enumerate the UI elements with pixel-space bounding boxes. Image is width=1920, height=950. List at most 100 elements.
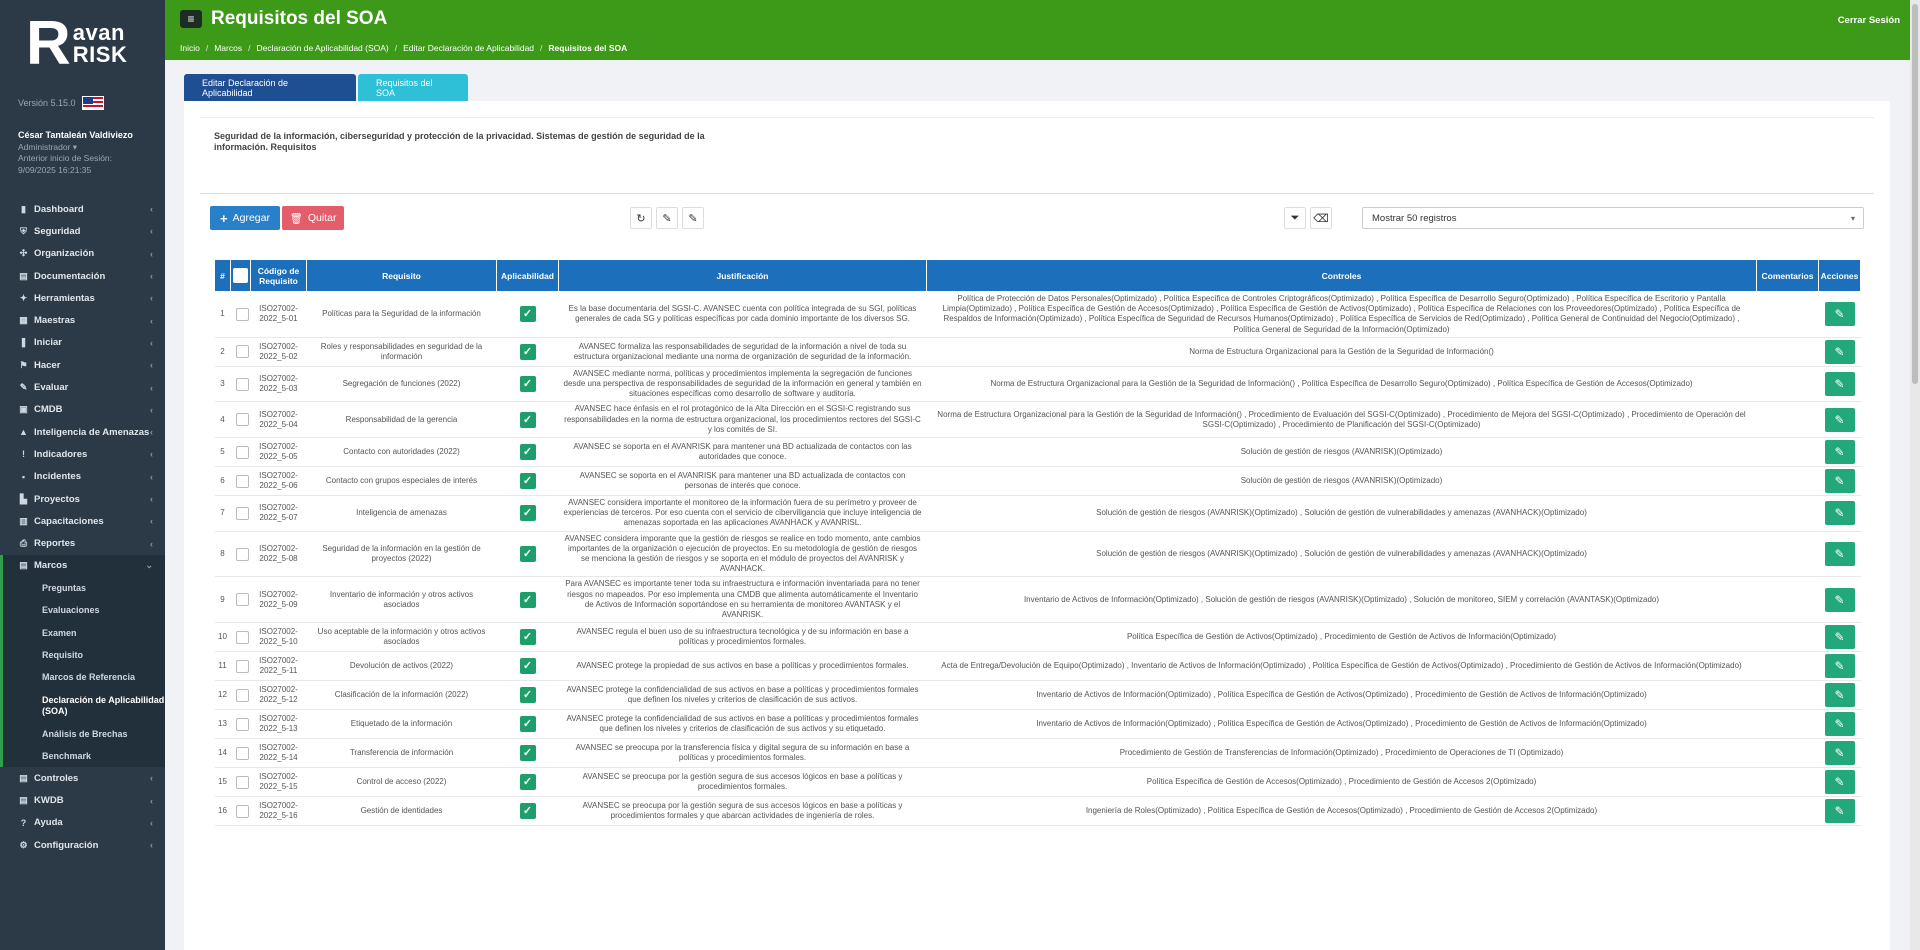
sidebar-item-ayuda[interactable]: ? Ayuda ‹ [0, 812, 165, 834]
col-header-code[interactable]: Código de Requisito [250, 259, 307, 292]
edit-bulk-button-2[interactable]: ✎ [682, 207, 704, 229]
submenu-item-requisito[interactable]: Requisito [3, 644, 165, 666]
submenu-item-marcos-de-referencia[interactable]: Marcos de Referencia [3, 666, 165, 688]
remove-button[interactable]: 🗑 Quitar [282, 206, 344, 230]
applicability-check-icon[interactable]: ✓ [519, 411, 536, 428]
edit-row-button[interactable]: ✎ [1824, 407, 1855, 432]
page-scrollbar[interactable] [1910, 0, 1920, 950]
row-checkbox[interactable] [235, 804, 249, 818]
edit-row-button[interactable]: ✎ [1824, 712, 1855, 737]
row-checkbox[interactable] [235, 746, 249, 760]
col-header-requirement[interactable]: Requisito [306, 259, 497, 292]
submenu-item-analisis-de-brechas[interactable]: Análisis de Brechas [3, 723, 165, 745]
edit-row-button[interactable]: ✎ [1824, 587, 1855, 612]
col-header-number[interactable]: # [214, 259, 231, 292]
submenu-item-examen[interactable]: Examen [3, 622, 165, 644]
applicability-check-icon[interactable]: ✓ [519, 591, 536, 608]
scrollbar-thumb[interactable] [1912, 4, 1918, 384]
sidebar-item-proyectos[interactable]: ▙ Proyectos ‹ [0, 488, 165, 510]
row-checkbox[interactable] [235, 717, 249, 731]
row-checkbox[interactable] [235, 775, 249, 789]
submenu-item-preguntas[interactable]: Preguntas [3, 577, 165, 599]
hamburger-menu-icon[interactable]: ≡ [180, 10, 202, 28]
row-checkbox[interactable] [235, 630, 249, 644]
applicability-check-icon[interactable]: ✓ [519, 774, 536, 791]
logout-link[interactable]: Cerrar Sesión [1838, 15, 1900, 26]
row-checkbox[interactable] [235, 659, 249, 673]
edit-row-button[interactable]: ✎ [1824, 302, 1855, 327]
us-flag-icon[interactable] [81, 96, 104, 110]
sidebar-item-evaluar[interactable]: ✎ Evaluar ‹ [0, 376, 165, 398]
user-role-dropdown[interactable]: Administrador ▾ [18, 142, 147, 154]
applicability-check-icon[interactable]: ✓ [519, 687, 536, 704]
sidebar-item-documentacion[interactable]: ▤ Documentación ‹ [0, 265, 165, 287]
row-checkbox[interactable] [235, 688, 249, 702]
row-checkbox[interactable] [235, 345, 249, 359]
tab-editar-declaracion[interactable]: Editar Declaración de Aplicabilidad [184, 74, 356, 101]
edit-row-button[interactable]: ✎ [1824, 469, 1855, 494]
refresh-button[interactable]: ↻ [630, 207, 652, 229]
row-checkbox[interactable] [235, 506, 249, 520]
edit-row-button[interactable]: ✎ [1824, 542, 1855, 567]
applicability-check-icon[interactable]: ✓ [519, 716, 536, 733]
avanrisk-logo[interactable]: R avan RISK [0, 0, 165, 88]
edit-row-button[interactable]: ✎ [1824, 741, 1855, 766]
edit-row-button[interactable]: ✎ [1824, 625, 1855, 650]
col-header-applicability[interactable]: Aplicabilidad [496, 259, 559, 292]
applicability-check-icon[interactable]: ✓ [519, 803, 536, 820]
edit-row-button[interactable]: ✎ [1824, 501, 1855, 526]
sidebar-item-inteligencia-de-amenazas[interactable]: ▲ Inteligencia de Amenazas ‹ [0, 421, 165, 443]
edit-row-button[interactable]: ✎ [1824, 683, 1855, 708]
sidebar-item-maestras[interactable]: ▦ Maestras ‹ [0, 309, 165, 331]
tab-requisitos-soa[interactable]: Requisitos del SOA [358, 74, 468, 101]
submenu-item-evaluaciones[interactable]: Evaluaciones [3, 599, 165, 621]
edit-row-button[interactable]: ✎ [1824, 440, 1855, 465]
sidebar-item-dashboard[interactable]: ▮ Dashboard ‹ [0, 198, 165, 220]
sidebar-item-indicadores[interactable]: ! Indicadores ‹ [0, 443, 165, 465]
applicability-check-icon[interactable]: ✓ [519, 658, 536, 675]
col-header-select[interactable] [230, 259, 251, 292]
breadcrumb-declaracion-de-aplicabilidad-soa[interactable]: Declaración de Aplicabilidad (SOA) [256, 43, 388, 53]
col-header-justification[interactable]: Justificación [558, 259, 927, 292]
sidebar-item-reportes[interactable]: ⎙ Reportes ‹ [0, 532, 165, 554]
submenu-item-benchmark[interactable]: Benchmark [3, 745, 165, 767]
applicability-check-icon[interactable]: ✓ [519, 343, 536, 360]
edit-row-button[interactable]: ✎ [1824, 654, 1855, 679]
row-checkbox[interactable] [235, 307, 249, 321]
edit-row-button[interactable]: ✎ [1824, 770, 1855, 795]
applicability-check-icon[interactable]: ✓ [519, 745, 536, 762]
applicability-check-icon[interactable]: ✓ [519, 306, 536, 323]
sidebar-item-capacitaciones[interactable]: ▥ Capacitaciones ‹ [0, 510, 165, 532]
filter-button[interactable]: ⏷ [1284, 207, 1306, 229]
edit-row-button[interactable]: ✎ [1824, 372, 1855, 397]
applicability-check-icon[interactable]: ✓ [519, 546, 536, 563]
edit-row-button[interactable]: ✎ [1824, 799, 1855, 824]
sidebar-item-cmdb[interactable]: ▣ CMDB ‹ [0, 399, 165, 421]
breadcrumb-inicio[interactable]: Inicio [180, 43, 200, 53]
applicability-check-icon[interactable]: ✓ [519, 444, 536, 461]
edit-row-button[interactable]: ✎ [1824, 339, 1855, 364]
add-button[interactable]: + Agregar [210, 206, 280, 230]
breadcrumb-marcos[interactable]: Marcos [214, 43, 242, 53]
applicability-check-icon[interactable]: ✓ [519, 376, 536, 393]
sidebar-item-herramientas[interactable]: ✦ Herramientas ‹ [0, 287, 165, 309]
sidebar-item-configuracion[interactable]: ⚙ Configuración ‹ [0, 834, 165, 856]
row-checkbox[interactable] [235, 413, 249, 427]
select-all-checkbox[interactable] [233, 268, 248, 283]
row-checkbox[interactable] [235, 474, 249, 488]
sidebar-item-kwdb[interactable]: ▤ KWDB ‹ [0, 789, 165, 811]
clear-filter-button[interactable]: ⌫ [1310, 207, 1332, 229]
sidebar-item-hacer[interactable]: ⚑ Hacer ‹ [0, 354, 165, 376]
applicability-check-icon[interactable]: ✓ [519, 505, 536, 522]
sidebar-item-incidentes[interactable]: ▪ Incidentes ‹ [0, 466, 165, 488]
sidebar-item-seguridad[interactable]: ⛨ Seguridad ‹ [0, 220, 165, 242]
applicability-check-icon[interactable]: ✓ [519, 473, 536, 490]
row-checkbox[interactable] [235, 445, 249, 459]
sidebar-item-organizacion[interactable]: ✣ Organización ‹ [0, 243, 165, 265]
sidebar-item-iniciar[interactable]: ❚ Iniciar ‹ [0, 332, 165, 354]
applicability-check-icon[interactable]: ✓ [519, 629, 536, 646]
col-header-controls[interactable]: Controles [926, 259, 1757, 292]
row-checkbox[interactable] [235, 593, 249, 607]
col-header-comments[interactable]: Comentarios [1756, 259, 1819, 292]
page-size-select[interactable]: Mostrar 50 registros ▾ [1362, 207, 1864, 229]
